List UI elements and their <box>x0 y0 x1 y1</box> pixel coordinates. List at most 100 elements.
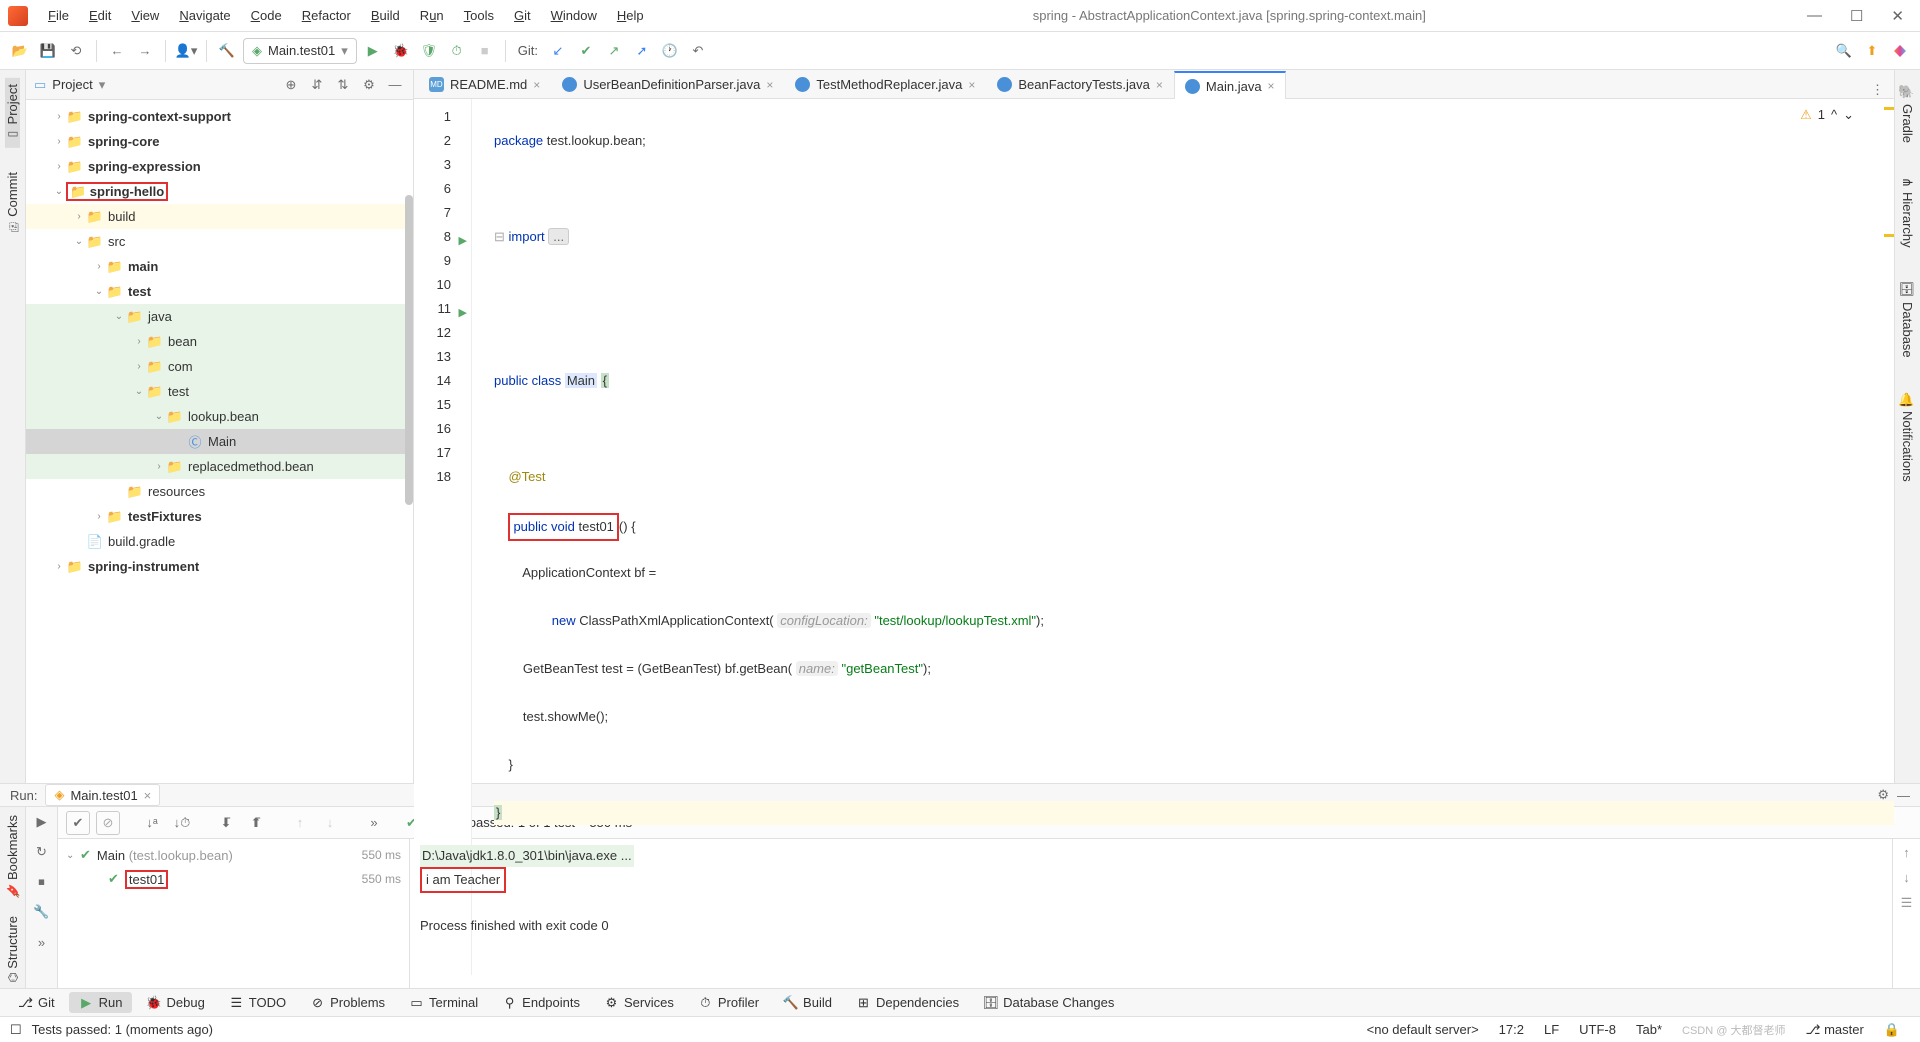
git-rollback-icon[interactable]: ↶ <box>686 39 710 63</box>
menu-window[interactable]: Window <box>543 4 605 27</box>
search-everywhere-icon[interactable]: 🔍 <box>1832 39 1856 63</box>
tree-item-java[interactable]: ⌄📁java <box>26 304 413 329</box>
tree-item-bean[interactable]: ›📁bean <box>26 329 413 354</box>
bottom-tab-todo[interactable]: ☰TODO <box>219 992 296 1013</box>
line-number[interactable]: 18 <box>414 465 451 489</box>
tree-item-src[interactable]: ⌄📁src <box>26 229 413 254</box>
menu-file[interactable]: File <box>40 4 77 27</box>
tree-item-spring-expression[interactable]: ›📁spring-expression <box>26 154 413 179</box>
rerun-icon[interactable]: ▶ <box>31 811 53 833</box>
minimize-icon[interactable]: — <box>1807 7 1822 25</box>
git-commit-icon[interactable]: ✔ <box>574 39 598 63</box>
project-tree[interactable]: ›📁spring-context-support›📁spring-core›📁s… <box>26 100 413 783</box>
status-line-sep[interactable]: LF <box>1534 1022 1569 1037</box>
editor-tab-README-md[interactable]: MDREADME.md× <box>418 70 551 98</box>
expand-all-icon[interactable]: ⇵ <box>307 75 327 95</box>
line-number[interactable]: 9 <box>414 249 451 273</box>
test-tree-item[interactable]: ⌄✔Main (test.lookup.bean)550 ms <box>58 843 409 867</box>
show-passed-icon[interactable]: ✔ <box>66 811 90 835</box>
tree-item-test[interactable]: ⌄📁test <box>26 279 413 304</box>
close-tab-icon[interactable]: × <box>144 788 152 803</box>
forward-icon[interactable]: → <box>133 39 157 63</box>
tree-item-resources[interactable]: 📁resources <box>26 479 413 504</box>
tree-item-spring-hello[interactable]: ⌄📁 spring-hello <box>26 179 413 204</box>
debug-icon[interactable]: 🐞 <box>389 39 413 63</box>
menu-tools[interactable]: Tools <box>456 4 502 27</box>
more-icon[interactable]: » <box>362 811 386 835</box>
stripe-mark[interactable] <box>1884 234 1894 237</box>
prev-highlight-icon[interactable]: ^ <box>1831 103 1837 127</box>
status-icon[interactable]: ☐ <box>10 1022 22 1038</box>
line-number[interactable]: 13 <box>414 345 451 369</box>
run-hide-icon[interactable]: — <box>1897 788 1910 803</box>
left-tab-commit[interactable]: ⎘ Commit <box>5 166 20 238</box>
maximize-icon[interactable]: ☐ <box>1850 7 1863 25</box>
tabs-menu-icon[interactable]: ⋮ <box>1861 82 1894 98</box>
test-tree-item[interactable]: ✔ test01 550 ms <box>58 867 409 891</box>
line-number[interactable]: 12 <box>414 321 451 345</box>
collapse-all-icon[interactable]: ⇅ <box>333 75 353 95</box>
tree-item-main[interactable]: ›📁main <box>26 254 413 279</box>
status-branch[interactable]: ⎇ master <box>1795 1022 1873 1038</box>
rerun-failed-icon[interactable]: ↻ <box>31 841 53 863</box>
menu-code[interactable]: Code <box>243 4 290 27</box>
collapse-icon[interactable]: ⬆̄ <box>244 811 268 835</box>
close-tab-icon[interactable]: × <box>968 78 975 92</box>
git-update-icon[interactable]: ↙ <box>546 39 570 63</box>
hammer-icon[interactable]: 🔨 <box>215 39 239 63</box>
show-ignored-icon[interactable]: ⊘ <box>96 811 120 835</box>
run-config-dropdown[interactable]: ◈ Main.test01 ▾ <box>243 38 357 64</box>
jetbrains-icon[interactable] <box>1888 39 1912 63</box>
status-lock-icon[interactable]: 🔒 <box>1874 1022 1910 1038</box>
hide-icon[interactable]: — <box>385 75 405 95</box>
line-number[interactable]: 16 <box>414 417 451 441</box>
tree-item-spring-core[interactable]: ›📁spring-core <box>26 129 413 154</box>
tree-item-build-gradle[interactable]: 📄build.gradle <box>26 529 413 554</box>
tree-item-lookup-bean[interactable]: ⌄📁lookup.bean <box>26 404 413 429</box>
soft-wrap-icon[interactable]: ☰ <box>1901 895 1913 911</box>
left-tab-bookmarks[interactable]: 🔖 Bookmarks <box>5 815 20 898</box>
stop-icon[interactable]: ■ <box>473 39 497 63</box>
wrench-icon[interactable]: 🔧 <box>31 901 53 923</box>
more-actions-icon[interactable]: » <box>31 931 53 953</box>
scroll-down-icon[interactable]: ↓ <box>1903 870 1910 885</box>
save-all-icon[interactable]: 💾 <box>36 39 60 63</box>
status-position[interactable]: 17:2 <box>1489 1022 1534 1037</box>
menu-git[interactable]: Git <box>506 4 539 27</box>
editor-tab-TestMethodReplacer-java[interactable]: TestMethodReplacer.java× <box>784 70 986 98</box>
menu-refactor[interactable]: Refactor <box>294 4 359 27</box>
expand-icon[interactable]: ⬇̄ <box>214 811 238 835</box>
scrollbar-thumb[interactable] <box>405 195 413 505</box>
tree-item-spring-instrument[interactable]: ›📁spring-instrument <box>26 554 413 579</box>
left-tab-project[interactable]: ▭ Project <box>5 78 20 148</box>
line-number[interactable]: 11▶ <box>414 297 451 321</box>
next-icon[interactable]: ↓ <box>318 811 342 835</box>
tree-item-test[interactable]: ⌄📁test <box>26 379 413 404</box>
run-icon[interactable]: ▶ <box>361 39 385 63</box>
line-number[interactable]: 6 <box>414 177 451 201</box>
scroll-up-icon[interactable]: ↑ <box>1903 845 1910 860</box>
bottom-tab-git[interactable]: ⎇Git <box>8 992 65 1013</box>
bottom-tab-debug[interactable]: 🐞Debug <box>136 992 214 1013</box>
connect-icon[interactable]: 👤▾ <box>174 39 198 63</box>
bottom-tab-run[interactable]: ▶Run <box>69 992 133 1013</box>
close-icon[interactable]: ✕ <box>1891 7 1904 25</box>
tree-item-build[interactable]: ›📁build <box>26 204 413 229</box>
line-number[interactable]: 17 <box>414 441 451 465</box>
import-fold[interactable]: ... <box>548 228 569 245</box>
line-number[interactable]: 15 <box>414 393 451 417</box>
select-opened-icon[interactable]: ⊕ <box>281 75 301 95</box>
close-tab-icon[interactable]: × <box>1156 78 1163 92</box>
right-tab-notifications[interactable]: 🔔Notifications <box>1900 386 1915 489</box>
run-gutter-icon[interactable]: ▶ <box>459 229 467 253</box>
status-server[interactable]: <no default server> <box>1357 1022 1489 1037</box>
next-highlight-icon[interactable]: ⌄ <box>1843 103 1854 127</box>
git-clock-icon[interactable]: 🕐 <box>658 39 682 63</box>
git-push-icon[interactable]: ↗ <box>602 39 626 63</box>
tree-item-com[interactable]: ›📁com <box>26 354 413 379</box>
editor-tab-BeanFactoryTests-java[interactable]: BeanFactoryTests.java× <box>986 70 1174 98</box>
sort-duration-icon[interactable]: ↓⏱ <box>170 811 194 835</box>
close-tab-icon[interactable]: × <box>766 78 773 92</box>
menu-navigate[interactable]: Navigate <box>171 4 238 27</box>
menu-build[interactable]: Build <box>363 4 408 27</box>
